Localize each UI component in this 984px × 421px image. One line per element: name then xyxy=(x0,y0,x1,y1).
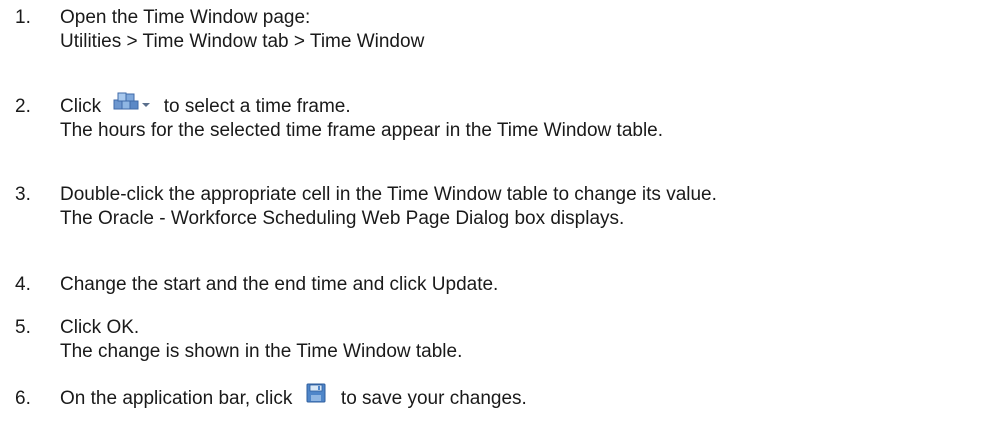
step-number: 4. xyxy=(15,274,31,295)
step-body: Double-click the appropriate cell in the… xyxy=(60,183,717,231)
step-body: Open the Time Window page: Utilities > T… xyxy=(60,6,424,54)
step-number: 1. xyxy=(15,7,31,28)
step-text: Change the start and the end time and cl… xyxy=(60,274,499,295)
step-text-before-icon: On the application bar, click xyxy=(60,388,293,409)
step-body: On the application bar, click to save yo… xyxy=(60,383,527,411)
time-frame-selector-icon xyxy=(112,91,154,113)
step-result-text: The Oracle - Workforce Scheduling Web Pa… xyxy=(60,208,625,229)
step-number: 3. xyxy=(15,184,31,205)
step-result-text: The change is shown in the Time Window t… xyxy=(60,341,463,362)
step-number: 5. xyxy=(15,317,31,338)
step-text-before-icon: Click xyxy=(60,96,102,117)
step-text: Open the Time Window page: xyxy=(60,7,311,28)
step-text-after-icon: to select a time frame. xyxy=(163,96,351,117)
step-body: Change the start and the end time and cl… xyxy=(60,273,498,297)
step-number: 6. xyxy=(15,388,31,409)
step-number: 2. xyxy=(15,96,31,117)
step-text-after-icon: to save your changes. xyxy=(340,388,527,409)
step-body: Click OK. The change is shown in the Tim… xyxy=(60,316,462,364)
step-result-text: The hours for the selected time frame ap… xyxy=(60,120,664,141)
save-icon xyxy=(306,382,326,404)
step-text: Double-click the appropriate cell in the… xyxy=(60,184,717,205)
step-text: Click OK. xyxy=(60,317,140,338)
step-body: Click to select a time frame. The hours … xyxy=(60,92,664,143)
step-path-text: Utilities > Time Window tab > Time Windo… xyxy=(60,31,425,52)
step-text-with-icon: Click to select a time frame. xyxy=(60,92,663,119)
step-text-with-icon: On the application bar, click to save yo… xyxy=(60,383,527,411)
